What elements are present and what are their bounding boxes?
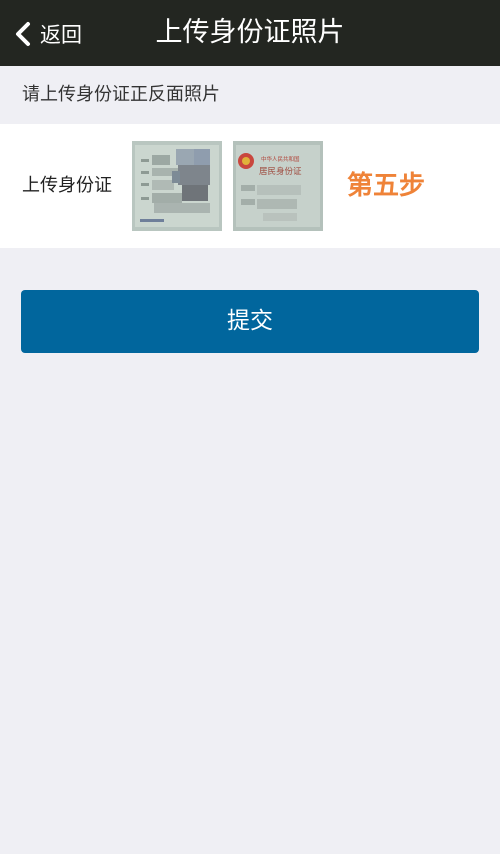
step-label: 第五步 [347,171,426,201]
submit-button[interactable]: 提交 [21,290,479,353]
id-card-back-photo[interactable]: 中华人民共和国 居民身份证 [233,141,323,231]
instruction-row: 请上传身份证正反面照片 [0,66,500,124]
upload-id-label: 上传身份证 [22,175,112,196]
back-card-heading-2: 居民身份证 [259,166,302,177]
chevron-left-icon [12,19,34,49]
back-button[interactable]: 返回 [12,14,82,54]
upload-panel: 上传身份证 中华人民共和国 居民身份证 第五步 [0,124,500,248]
instruction-text: 请上传身份证正反面照片 [22,84,220,105]
nav-bar: 返回 上传身份证照片 [0,0,500,66]
id-card-front-photo[interactable] [132,141,222,231]
back-label: 返回 [40,23,82,47]
back-card-heading-1: 中华人民共和国 [261,155,300,163]
